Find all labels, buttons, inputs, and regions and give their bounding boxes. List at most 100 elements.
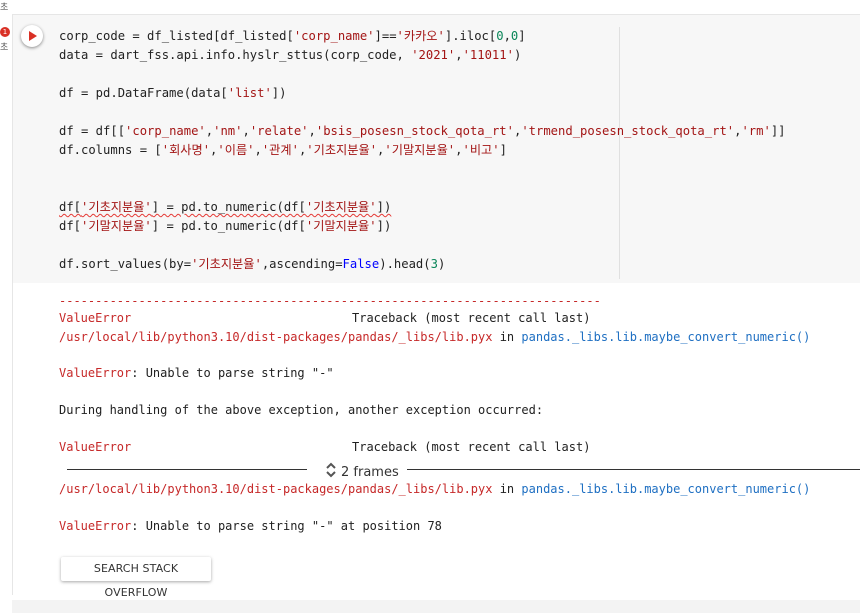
during-handling-text: During handling of the above exception, … xyxy=(59,403,544,417)
divider xyxy=(67,469,307,470)
code-token: '기초지분율' xyxy=(81,200,152,214)
traceback-header: ValueError Traceback (most recent call la… xyxy=(59,439,590,456)
search-stack-overflow-button[interactable]: SEARCH STACK OVERFLOW xyxy=(61,557,211,599)
code-token: df[ xyxy=(59,200,82,214)
error-name: ValueError xyxy=(59,366,132,380)
code-token: ].iloc[ xyxy=(444,29,497,43)
code-token: 'rm' xyxy=(741,124,771,138)
code-line[interactable]: df.columns = ['회사명','이름','관계','기초지분율','기… xyxy=(59,141,786,160)
code-token: ) xyxy=(437,257,446,271)
frame-file: /usr/local/lib/python3.10/dist-packages/… xyxy=(59,330,493,344)
play-triangle xyxy=(29,31,37,41)
cell-gutter: 초 1 초 xyxy=(0,0,12,613)
error-message: ValueError: Unable to parse string "-" a… xyxy=(59,518,442,535)
code-token: ).head( xyxy=(379,257,431,271)
code-token: '기초지분율' xyxy=(306,143,378,157)
code-token: 'list' xyxy=(227,86,272,100)
code-token: '비고' xyxy=(462,143,500,157)
gutter-label: 초 xyxy=(0,3,9,13)
code-token: '이름' xyxy=(217,143,255,157)
code-token: '2021' xyxy=(411,48,456,62)
traceback-header: ValueError Traceback (most recent call la… xyxy=(59,310,590,327)
code-token: ] xyxy=(499,143,507,157)
code-token: , xyxy=(455,48,463,62)
next-cell xyxy=(12,600,860,613)
expand-frames-button[interactable]: 2 frames xyxy=(325,460,399,480)
error-message: ValueError: Unable to parse string "-" xyxy=(59,365,334,382)
frames-label: 2 frames xyxy=(341,465,399,480)
code-line[interactable]: df = pd.DataFrame(data['list']) xyxy=(59,84,786,103)
code-token: , xyxy=(242,124,250,138)
code-line[interactable]: df.sort_values(by='기초지분율',ascending=Fals… xyxy=(59,255,786,274)
code-token: ]) xyxy=(376,219,392,233)
code-line[interactable]: df['기초지분율'] = pd.to_numeric(df['기초지분율']) xyxy=(59,198,786,217)
code-token: df = pd.DataFrame(data[ xyxy=(59,86,228,100)
code-token: ]== xyxy=(374,29,397,43)
code-token: , xyxy=(254,143,262,157)
code-token: df[ xyxy=(59,219,82,233)
code-line[interactable] xyxy=(59,236,786,255)
code-line[interactable]: corp_code = df_listed[df_listed['corp_na… xyxy=(59,27,786,46)
code-token: df.sort_values(by= xyxy=(59,257,192,271)
traceback-title: Traceback (most recent call last) xyxy=(352,440,591,454)
code-token: '회사명' xyxy=(161,143,211,157)
code-token: ]] xyxy=(770,124,786,138)
code-token: '기말지분율' xyxy=(305,219,377,233)
code-line[interactable] xyxy=(59,179,786,198)
code-line[interactable]: df['기말지분율'] = pd.to_numeric(df['기말지분율']) xyxy=(59,217,786,236)
code-token: 'corp_name' xyxy=(293,29,375,43)
code-token: , xyxy=(308,124,316,138)
code-token: 'nm' xyxy=(213,124,243,138)
code-line[interactable]: data = dart_fss.api.info.hyslr_sttus(cor… xyxy=(59,46,786,65)
error-text: : Unable to parse string "-" xyxy=(131,366,334,380)
code-token: , xyxy=(503,29,511,43)
play-circle-icon[interactable] xyxy=(21,25,43,47)
code-token: '기말지분율' xyxy=(81,219,152,233)
traceback-separator: ----------------------------------------… xyxy=(59,294,601,308)
code-token: 0 xyxy=(496,29,504,43)
code-token: '기초지분율' xyxy=(191,257,262,271)
code-token: '기초지분율' xyxy=(305,200,377,214)
frame-in: in xyxy=(492,330,522,344)
frame-file: /usr/local/lib/python3.10/dist-packages/… xyxy=(59,482,493,496)
code-token: 'trmend_posesn_stock_qota_rt' xyxy=(521,124,735,138)
unfold-icon xyxy=(326,462,336,478)
code-token: ] = pd.to_numeric(df[ xyxy=(151,219,306,233)
error-name: ValueError xyxy=(59,519,132,533)
error-name: ValueError xyxy=(59,440,132,454)
code-line[interactable] xyxy=(59,65,786,84)
traceback-title: Traceback (most recent call last) xyxy=(352,311,591,325)
code-line[interactable]: df = df[['corp_name','nm','relate','bsis… xyxy=(59,122,786,141)
frame-func-link[interactable]: pandas._libs.lib.maybe_convert_numeric() xyxy=(521,482,810,496)
code-token: ) xyxy=(513,48,522,62)
code-token: '관계' xyxy=(261,143,299,157)
code-token: 3 xyxy=(430,257,438,271)
code-token: '기말지분율' xyxy=(384,143,456,157)
code-token: '카카오' xyxy=(396,29,445,43)
code-token: 'corp_name' xyxy=(125,124,206,138)
code-editor[interactable]: corp_code = df_listed[df_listed['corp_na… xyxy=(13,15,860,283)
code-line[interactable] xyxy=(59,103,786,122)
traceback-frame: /usr/local/lib/python3.10/dist-packages/… xyxy=(59,329,810,346)
collapsed-frames-row: 2 frames xyxy=(67,460,860,480)
code-token: ]) xyxy=(271,86,287,100)
code-token: corp_code = df_listed[df_listed[ xyxy=(59,29,294,43)
code-token: data = dart_fss.api.info.hyslr_sttus(cor… xyxy=(59,48,412,62)
error-text: : Unable to parse string "-" at position… xyxy=(131,519,442,533)
divider xyxy=(407,469,860,470)
code-token: False xyxy=(342,257,380,271)
code-cell: corp_code = df_listed[df_listed['corp_na… xyxy=(12,14,860,599)
code-token: 'relate' xyxy=(249,124,309,138)
code-token: '11011' xyxy=(462,48,514,62)
code-token: , xyxy=(205,124,214,138)
code-line[interactable] xyxy=(59,160,786,179)
frame-in: in xyxy=(492,482,522,496)
code-token: ] = pd.to_numeric(df[ xyxy=(151,200,306,214)
code-token: ,ascending= xyxy=(261,257,343,271)
code-text[interactable]: corp_code = df_listed[df_listed['corp_na… xyxy=(59,27,786,274)
frame-func-link[interactable]: pandas._libs.lib.maybe_convert_numeric() xyxy=(521,330,810,344)
error-name: ValueError xyxy=(59,311,132,325)
error-badge-icon: 1 xyxy=(0,27,10,37)
code-token: ] xyxy=(518,29,526,43)
code-token: 'bsis_posesn_stock_qota_rt' xyxy=(315,124,514,138)
